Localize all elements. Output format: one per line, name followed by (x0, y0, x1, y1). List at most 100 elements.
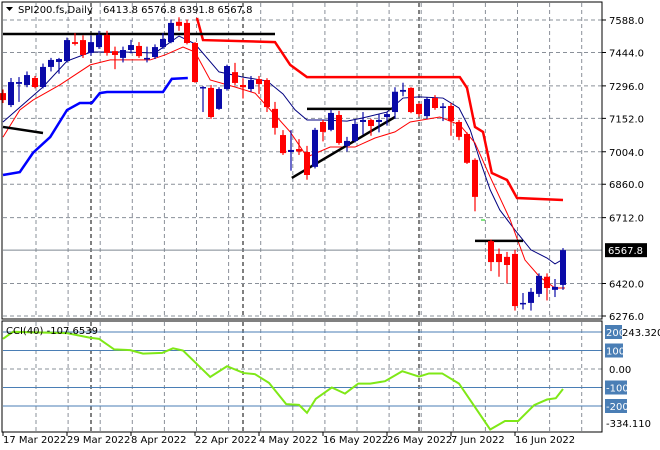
bull-candle (160, 33, 166, 49)
candle-body (320, 121, 326, 132)
candle-body (0, 93, 6, 101)
bull-candle (424, 97, 430, 119)
bear-candle (208, 84, 214, 119)
candle-body (8, 82, 14, 106)
candle-body (440, 106, 446, 108)
candle-body (232, 72, 238, 83)
candle-body (208, 87, 214, 118)
bull-candle (8, 77, 14, 108)
cci-zero-label: 0.00 (609, 365, 631, 376)
y-tick-label: 6860.0 (609, 180, 644, 191)
y-tick-label: 6276.0 (609, 312, 644, 323)
candle-body (536, 275, 542, 294)
candle-body (40, 66, 46, 88)
bear-candle (456, 119, 462, 141)
candle-body (560, 250, 566, 285)
bear-candle (464, 132, 470, 164)
cci-min-label: -334.110 (606, 419, 651, 430)
bear-candle (184, 19, 190, 45)
candle-body (112, 51, 118, 55)
candle-body (368, 119, 374, 127)
candle-body (248, 80, 254, 90)
x-tick-label: 29 Mar 2022 (67, 435, 130, 446)
candle-body (544, 276, 550, 289)
cci-level-label: -100 (606, 384, 629, 395)
candle-body (360, 119, 366, 122)
bear-candle (232, 62, 238, 85)
bull-candle (168, 19, 174, 44)
candle-body (472, 159, 478, 197)
candle-body (216, 89, 222, 109)
candle-body (376, 119, 382, 122)
bear-candle (416, 103, 422, 117)
bull-candle (48, 57, 54, 72)
bull-candle (88, 35, 94, 56)
candle-body (496, 253, 502, 263)
slow-ma-line (2, 46, 565, 289)
cci-panel (2, 330, 602, 431)
bear-candle (176, 17, 182, 31)
candle-body (16, 82, 22, 84)
bear-candle (112, 46, 118, 70)
candle-body (528, 291, 534, 303)
candle-body (176, 21, 182, 26)
candle-body (96, 34, 102, 48)
bear-candle (0, 89, 6, 104)
candle-body (256, 79, 262, 85)
cci-line (2, 330, 564, 431)
candle-body (104, 34, 110, 53)
bear-candle (544, 273, 550, 301)
candle-body (32, 77, 38, 88)
y-tick-label: 7444.0 (609, 48, 644, 59)
bear-candle (280, 130, 286, 155)
bear-candle (192, 42, 198, 83)
candle-body (488, 241, 494, 263)
candle-body (304, 151, 310, 175)
bear-candle (488, 239, 494, 272)
candle-body (136, 45, 142, 57)
candle-body (448, 105, 454, 122)
candle-body (168, 22, 174, 43)
trading-chart[interactable]: 7588.0 7444.0 7296.0 7152.0 7004.0 6860.0 6712… (0, 0, 660, 450)
candle-body (184, 22, 190, 44)
candle-body (512, 253, 518, 307)
symbol-label: SPI200.fs,Daily (18, 5, 93, 16)
bear-candle (472, 158, 478, 212)
candle-body (352, 124, 358, 141)
candle-body (424, 98, 430, 117)
candle-body (160, 38, 166, 48)
candle-body (416, 103, 422, 115)
candle-body (336, 114, 342, 143)
y-tick-label: 7152.0 (609, 114, 644, 125)
bull-candle (376, 114, 382, 133)
axes: 7588.0 7444.0 7296.0 7152.0 7004.0 6860.0 6712… (2, 16, 660, 446)
candle-body (224, 66, 230, 90)
ohlc-readout: 6413.8 6576.8 6391.8 6567.8 (103, 5, 253, 16)
y-tick-label: 7296.0 (609, 82, 644, 93)
bull-candle (328, 109, 334, 132)
candle-body (288, 149, 294, 152)
collapse-triangle-icon[interactable] (6, 7, 13, 11)
cci-label: CCI(40) -107.6539 (6, 326, 98, 337)
x-tick-label: 26 May 2022 (387, 435, 452, 446)
bear-candle (408, 87, 414, 114)
candle-body (312, 129, 318, 167)
candle-body (152, 47, 158, 57)
bear-candle (304, 145, 310, 180)
bear-candle (336, 110, 342, 145)
candle-body (240, 84, 246, 88)
bear-candle (272, 101, 278, 135)
bull-candle (344, 136, 350, 152)
y-tick-label: 6420.0 (609, 280, 644, 291)
candle-body (144, 57, 150, 60)
bull-candle (24, 71, 30, 88)
bull-candle (536, 273, 542, 298)
x-tick-label: 17 Mar 2022 (3, 435, 66, 446)
bull-candle (312, 127, 318, 169)
bear-candle (504, 251, 510, 284)
bull-candle (16, 77, 22, 102)
candle-body (504, 256, 510, 266)
bull-candle (64, 37, 70, 63)
candle-body (192, 43, 198, 83)
x-tick-label: 4 May 2022 (259, 435, 318, 446)
